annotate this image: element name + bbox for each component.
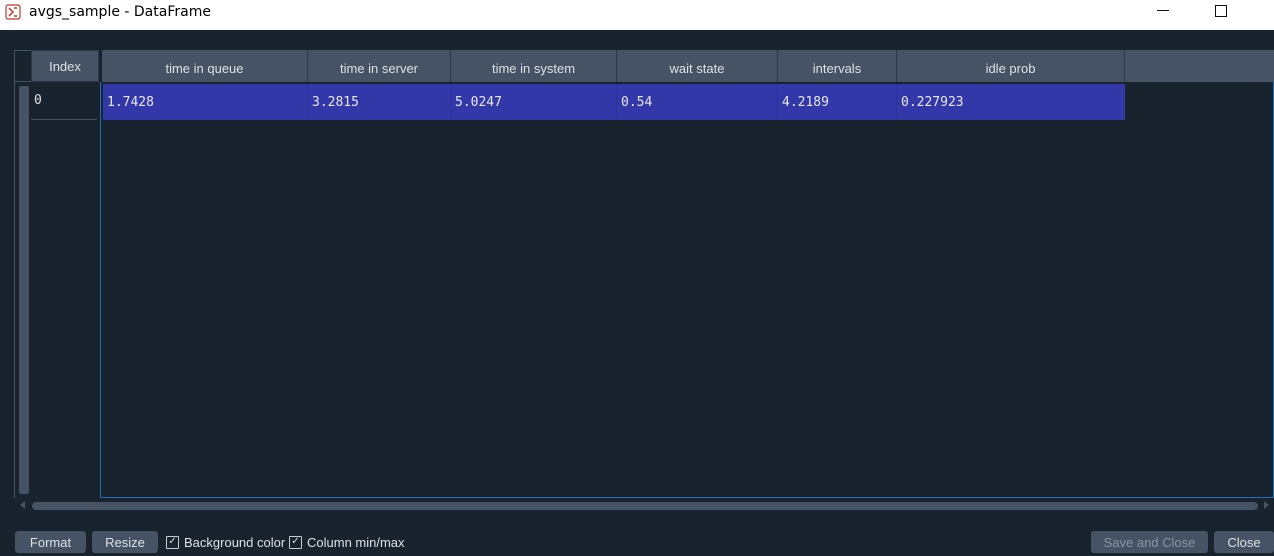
minimize-button[interactable] <box>1157 10 1169 11</box>
column-header[interactable]: wait state <box>617 50 778 82</box>
save-and-close-button[interactable]: Save and Close <box>1091 531 1208 553</box>
column-header[interactable]: intervals <box>778 50 897 82</box>
format-button[interactable]: Format <box>15 531 86 553</box>
column-header[interactable]: idle prob <box>897 50 1125 82</box>
window-title: avgs_sample - DataFrame <box>29 4 211 20</box>
checkbox-checked-icon[interactable]: ✓ <box>289 535 302 549</box>
maximize-button[interactable] <box>1215 5 1227 17</box>
dataframe-table: Index time in queue time in server time … <box>14 50 1274 498</box>
table-cell[interactable]: 1.7428 <box>103 84 308 120</box>
horizontal-scrollbar-handle[interactable] <box>32 502 1258 510</box>
index-scrollbar[interactable] <box>14 82 31 498</box>
index-cell[interactable]: 0 <box>31 82 97 120</box>
column-minmax-checkbox[interactable]: ✓ Column min/max <box>289 534 405 550</box>
column-header[interactable]: time in queue <box>102 50 308 82</box>
column-minmax-label: Column min/max <box>307 534 405 550</box>
column-header[interactable]: time in server <box>308 50 451 82</box>
window-title-bar: avgs_sample - DataFrame <box>0 0 1274 30</box>
table-cell[interactable]: 4.2189 <box>778 84 897 120</box>
horizontal-scrollbar[interactable] <box>14 498 1274 514</box>
scroll-right-arrow-icon[interactable] <box>1264 501 1269 509</box>
column-header[interactable]: time in system <box>451 50 617 82</box>
scroll-left-arrow-icon[interactable] <box>20 501 25 509</box>
index-header[interactable]: Index <box>31 50 99 82</box>
table-cell[interactable]: 0.54 <box>617 84 778 120</box>
resize-button[interactable]: Resize <box>92 531 158 553</box>
column-headers: time in queue time in server time in sys… <box>102 50 1274 82</box>
table-cell[interactable]: 0.227923 <box>897 84 1125 120</box>
table-cell[interactable]: 5.0247 <box>451 84 617 120</box>
table-cell[interactable]: 3.2815 <box>308 84 451 120</box>
table-row[interactable]: 1.7428 3.2815 5.0247 0.54 4.2189 0.22792… <box>103 84 1125 120</box>
table-body: 1.7428 3.2815 5.0247 0.54 4.2189 0.22792… <box>100 82 1274 498</box>
background-color-checkbox[interactable]: ✓ Background color <box>166 534 285 550</box>
table-corner <box>14 50 31 82</box>
index-scrollbar-handle[interactable] <box>19 86 29 494</box>
checkbox-checked-icon[interactable]: ✓ <box>166 535 179 549</box>
close-button[interactable]: Close <box>1214 531 1274 553</box>
background-color-label: Background color <box>184 534 286 550</box>
spyder-icon <box>5 4 21 20</box>
index-column: 0 <box>31 82 99 498</box>
